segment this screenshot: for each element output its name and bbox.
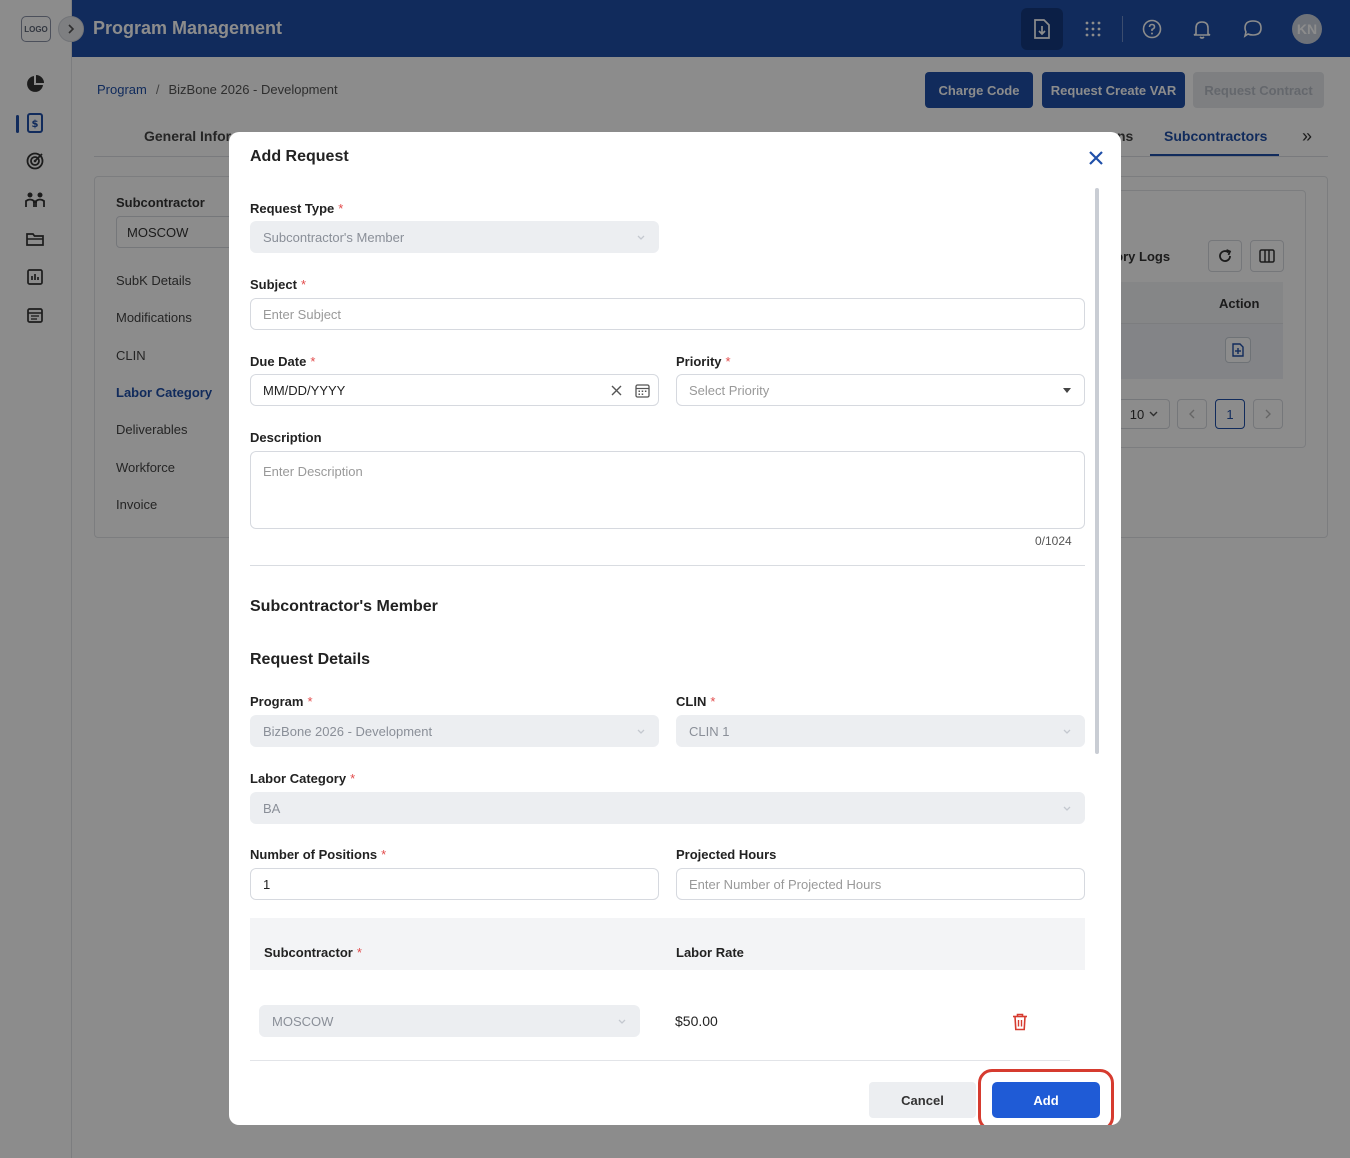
clin-select[interactable]: CLIN 1 (676, 715, 1085, 747)
labor-category-select[interactable]: BA (250, 792, 1085, 824)
section-divider (250, 565, 1085, 566)
chevron-down-icon (637, 729, 645, 734)
clear-icon[interactable] (611, 385, 622, 396)
chevron-down-icon (618, 1019, 626, 1024)
due-date-input[interactable]: MM/DD/YYYY (250, 374, 659, 406)
labor-rate-column-header: Labor Rate (676, 945, 744, 960)
trash-icon (1013, 1013, 1027, 1031)
modal-scrollbar[interactable] (1095, 188, 1099, 754)
positions-input[interactable]: 1 (250, 868, 659, 900)
clin-value: CLIN 1 (689, 723, 730, 739)
description-char-counter: 0/1024 (1035, 534, 1072, 548)
chevron-down-icon (1063, 806, 1071, 811)
program-select[interactable]: BizBone 2026 - Development (250, 715, 659, 747)
delete-row-button[interactable] (1009, 1011, 1031, 1033)
subject-input[interactable]: Enter Subject (250, 298, 1085, 330)
subcontractor-row-select[interactable]: MOSCOW (259, 1005, 640, 1037)
subcontractor-table-header (250, 918, 1085, 970)
subcontractor-row-value: MOSCOW (272, 1013, 334, 1029)
section-request-details: Request Details (250, 651, 371, 668)
modal-title: Add Request (250, 148, 349, 165)
labor-category-label: Labor Category * (250, 771, 356, 786)
caret-down-icon (1063, 388, 1071, 393)
projected-hours-placeholder: Enter Number of Projected Hours (689, 876, 882, 892)
priority-label: Priority * (676, 354, 731, 369)
priority-placeholder: Select Priority (689, 382, 770, 398)
add-button[interactable]: Add (992, 1082, 1100, 1118)
row-divider (250, 1060, 1070, 1061)
subject-label: Subject * (250, 277, 307, 292)
labor-rate-value: $50.00 (675, 1013, 718, 1029)
add-request-modal: Add Request Request Type * Subcontractor'… (229, 132, 1121, 1125)
chevron-down-icon (1063, 729, 1071, 734)
projected-hours-label: Projected Hours (676, 847, 777, 862)
program-label: Program * (250, 694, 313, 709)
positions-value: 1 (263, 876, 271, 892)
priority-select[interactable]: Select Priority (676, 374, 1085, 406)
description-placeholder: Enter Description (263, 464, 363, 479)
calendar-icon[interactable] (635, 383, 650, 398)
due-date-label: Due Date * (250, 354, 316, 369)
request-type-select[interactable]: Subcontractor's Member (250, 221, 659, 253)
description-label: Description (250, 430, 322, 445)
request-type-value: Subcontractor's Member (263, 229, 405, 245)
subcontractor-column-header: Subcontractor * (264, 945, 362, 960)
section-subcontractor-member: Subcontractor's Member (250, 598, 438, 615)
request-type-label: Request Type * (250, 201, 344, 216)
close-icon (1089, 151, 1103, 165)
subject-placeholder: Enter Subject (263, 306, 342, 322)
labor-category-value: BA (263, 800, 281, 816)
cancel-button[interactable]: Cancel (869, 1082, 976, 1118)
close-button[interactable] (1085, 147, 1107, 169)
clin-label: CLIN * (676, 694, 716, 709)
chevron-down-icon (637, 235, 645, 240)
program-value: BizBone 2026 - Development (263, 723, 433, 739)
due-date-value: MM/DD/YYYY (263, 382, 346, 398)
positions-label: Number of Positions * (250, 847, 387, 862)
projected-hours-input[interactable]: Enter Number of Projected Hours (676, 868, 1085, 900)
description-textarea[interactable]: Enter Description (250, 451, 1085, 529)
